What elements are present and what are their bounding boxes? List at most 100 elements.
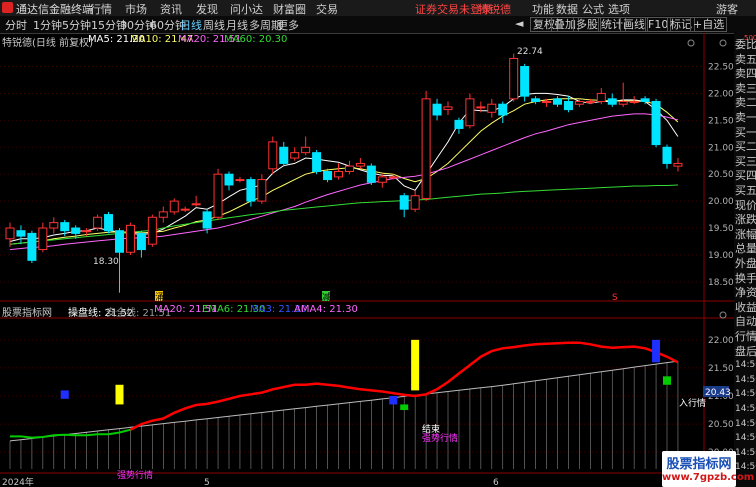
candle-body[interactable] [421, 98, 431, 199]
candle-body[interactable] [640, 98, 650, 103]
period-weekly[interactable]: 周线 [203, 17, 225, 33]
candle-body[interactable] [355, 162, 365, 167]
zoom-dot-icon[interactable] [719, 39, 727, 47]
period-more[interactable]: 更多 [277, 17, 299, 33]
candle-body[interactable] [16, 230, 26, 237]
candle-body[interactable] [169, 200, 179, 213]
candle-body[interactable] [410, 195, 420, 210]
signal-bar[interactable] [652, 339, 661, 363]
period-fenshi[interactable]: 分时 [5, 17, 27, 33]
kline-chart[interactable]: 22.50 22.00 21.50 21.00 20.50 20.00 19.50 19.00… [0, 33, 734, 487]
period-monthly[interactable]: 月线 [226, 17, 248, 33]
candle-body[interactable] [213, 173, 223, 218]
period-5min[interactable]: 5分钟 [62, 17, 91, 33]
candle-body[interactable] [224, 173, 234, 186]
period-daily[interactable]: 日线 [180, 17, 202, 33]
add-watchlist-button[interactable]: +自选 [690, 17, 728, 32]
candle-body[interactable] [82, 230, 92, 233]
indicator-zoom-icon[interactable] [719, 311, 727, 319]
candle-body[interactable] [673, 162, 683, 167]
menu-item-gongshi[interactable]: 公式 [582, 1, 604, 17]
candle-body[interactable] [563, 101, 573, 111]
period-1min[interactable]: 1分钟 [33, 17, 62, 33]
signal-bar[interactable] [400, 404, 409, 411]
candle-body[interactable] [454, 119, 464, 129]
candle-body[interactable] [301, 146, 311, 154]
candle-body[interactable] [147, 216, 157, 245]
candle-body[interactable] [542, 101, 552, 104]
candle-body[interactable] [323, 171, 333, 181]
candle-body[interactable] [93, 216, 103, 229]
candle-body[interactable] [553, 98, 562, 105]
candle-body[interactable] [366, 165, 376, 183]
candle-body[interactable] [432, 103, 442, 116]
back-arrow-icon[interactable]: ◄ [515, 17, 523, 30]
candle-body[interactable] [509, 57, 519, 100]
candle-body[interactable] [257, 179, 267, 202]
candle-body[interactable] [136, 232, 146, 251]
settings-dot-icon[interactable] [687, 39, 695, 47]
candle-body[interactable] [377, 176, 387, 183]
candle-body[interactable] [520, 66, 530, 97]
signal-bar[interactable] [115, 384, 124, 405]
menu-item-shuju[interactable]: 数据 [556, 1, 578, 17]
event-marker-2[interactable]: 减 [322, 291, 331, 303]
candle-body[interactable] [180, 208, 190, 211]
candle-body[interactable] [498, 103, 508, 116]
menu-item-xuanxiang[interactable]: 选项 [608, 1, 630, 17]
menu-item-shichang[interactable]: 市场 [125, 1, 147, 17]
candle-body[interactable] [5, 227, 15, 240]
menu-item-caifuquan[interactable]: 财富圈 [273, 1, 306, 17]
candle-body[interactable] [585, 101, 595, 104]
menu-item-jiaoyi[interactable]: 交易 [316, 1, 338, 17]
candle-body[interactable] [27, 232, 37, 261]
candle-body[interactable] [443, 106, 453, 111]
candle-body[interactable] [487, 103, 497, 113]
signal-bar[interactable] [389, 396, 398, 405]
candle-body[interactable] [235, 179, 245, 182]
menu-item-zixun[interactable]: 资讯 [160, 1, 182, 17]
event-marker-1[interactable]: 涌 [155, 292, 164, 303]
candle-body[interactable] [279, 146, 289, 164]
huaxian-button[interactable]: 画线 [620, 17, 648, 32]
candle-body[interactable] [399, 195, 409, 210]
candle-body[interactable] [465, 98, 475, 127]
candle-body[interactable] [607, 98, 617, 105]
candle-body[interactable] [49, 222, 59, 229]
candle-body[interactable] [334, 171, 343, 178]
menu-item-youke[interactable]: 游客 [716, 1, 738, 17]
candle-body[interactable] [531, 98, 541, 103]
candle-body[interactable] [290, 152, 300, 159]
candle-body[interactable] [104, 214, 114, 232]
candle-body[interactable] [268, 141, 278, 170]
stock-name-link[interactable]: 特锐德 [478, 1, 511, 17]
candle-body[interactable] [651, 101, 661, 146]
candle-body[interactable] [115, 230, 124, 253]
candle-body[interactable] [618, 101, 628, 105]
candle-body[interactable] [476, 106, 486, 109]
signal-bar[interactable] [663, 376, 671, 385]
candle-body[interactable] [60, 222, 70, 232]
candle-body[interactable] [246, 179, 256, 202]
candle-body[interactable] [38, 227, 48, 251]
candle-body[interactable] [574, 101, 584, 105]
candle-body[interactable] [596, 92, 606, 103]
candle-body[interactable] [629, 101, 639, 104]
candle-body[interactable] [158, 211, 168, 218]
menu-item-hangqing[interactable]: 行情 [90, 1, 112, 17]
duogu-button[interactable]: 多股 [573, 17, 601, 32]
candle-body[interactable] [344, 165, 354, 172]
candle-body[interactable] [388, 176, 398, 179]
candle-body[interactable] [202, 211, 212, 229]
candle-body[interactable] [125, 224, 135, 253]
menu-item-gongneng[interactable]: 功能 [532, 1, 554, 17]
signal-bar[interactable] [60, 390, 69, 399]
event-marker-3[interactable]: S [612, 293, 618, 303]
menu-item-wenxiaoda[interactable]: 问小达 [230, 1, 263, 17]
candle-body[interactable] [191, 203, 201, 206]
signal-bar[interactable] [411, 339, 420, 391]
candle-body[interactable] [662, 146, 672, 164]
menu-item-faxian[interactable]: 发现 [196, 1, 218, 17]
candle-body[interactable] [312, 152, 322, 173]
candle-body[interactable] [71, 227, 81, 234]
